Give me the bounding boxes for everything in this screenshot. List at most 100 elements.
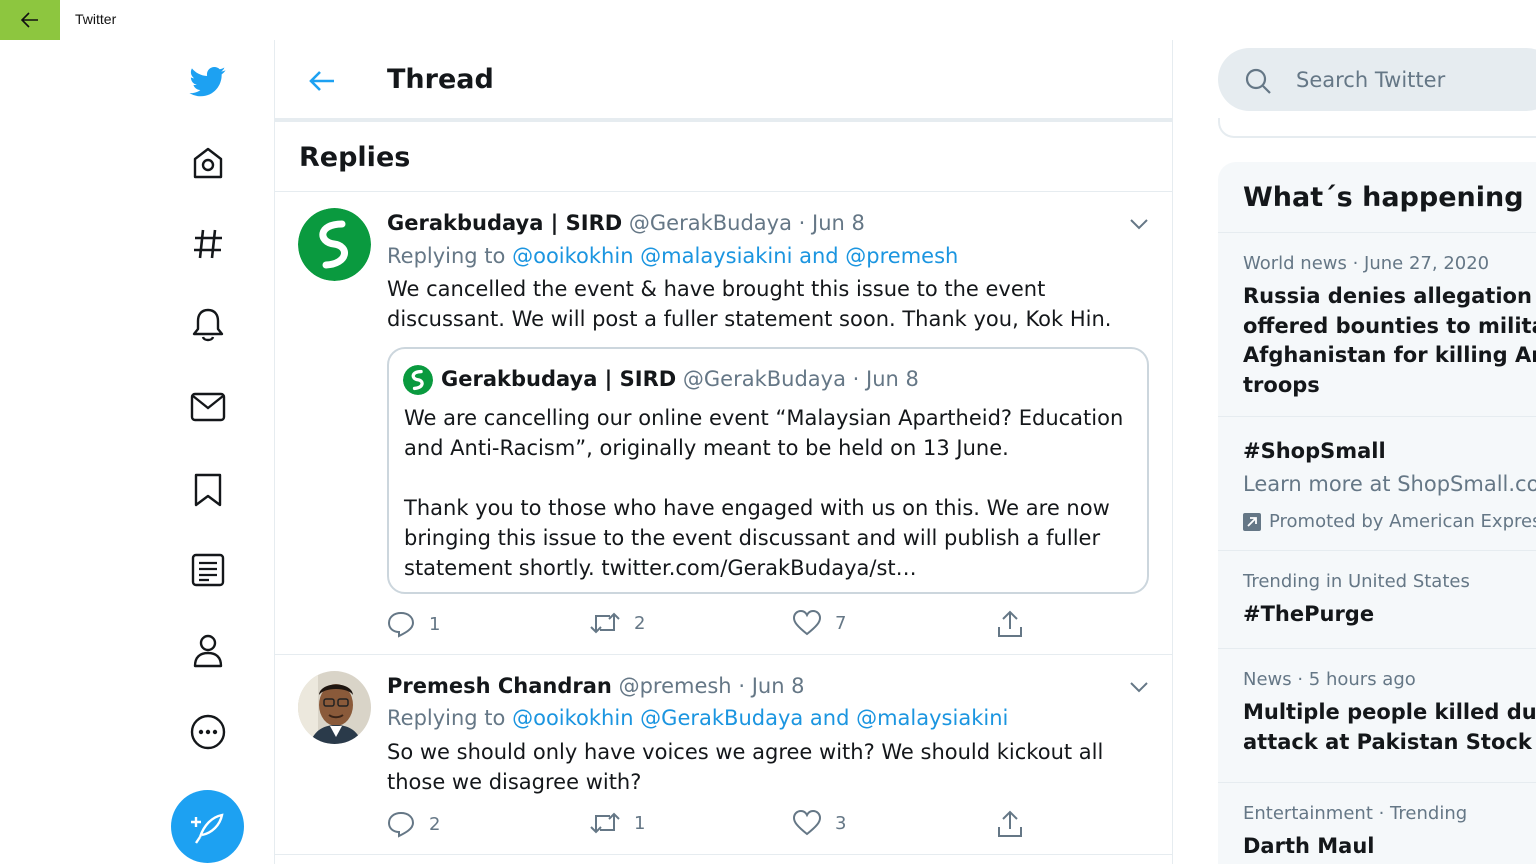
search-placeholder: Search Twitter xyxy=(1296,68,1446,92)
author-name[interactable]: Gerakbudaya | SIRD xyxy=(387,211,622,235)
trend-item-promoted[interactable]: #ShopSmall Learn more at ShopSmall.com P… xyxy=(1218,416,1536,550)
tweet-text: So we should only have voices we agree w… xyxy=(387,740,1104,794)
search-icon xyxy=(1245,68,1271,94)
like-count: 7 xyxy=(835,612,847,634)
trend-item[interactable]: Entertainment · Trending Darth Maul xyxy=(1218,782,1536,864)
retweet-button[interactable]: 2 xyxy=(590,610,645,636)
trend-title: #ShopSmall xyxy=(1243,439,1386,463)
home-icon[interactable] xyxy=(187,142,229,184)
trend-item[interactable]: Trending in United States #ThePurge xyxy=(1218,550,1536,648)
trend-meta: News · 5 hours ago xyxy=(1243,669,1416,690)
tweet-date[interactable]: Jun 8 xyxy=(812,211,865,235)
trend-item[interactable]: World news · June 27, 2020 Russia denies… xyxy=(1218,232,1536,416)
right-sidebar: Search Twitter What´s happening World ne… xyxy=(1218,40,1536,864)
tweet-text: We cancelled the event & have brought th… xyxy=(387,277,1112,331)
quoted-tweet-header: Gerakbudaya | SIRD @GerakBudaya · Jun 8 xyxy=(441,367,919,391)
trend-title: Multiple people killed during attack at … xyxy=(1243,700,1536,754)
tweet-actions: 2 1 3 xyxy=(387,810,1027,840)
trend-item[interactable]: News · 5 hours ago Multiple people kille… xyxy=(1218,648,1536,782)
tweet-options-button[interactable] xyxy=(1127,212,1151,236)
like-button[interactable]: 3 xyxy=(793,810,846,836)
trends-panel: What´s happening World news · June 27, 2… xyxy=(1218,162,1536,864)
arrow-left-icon xyxy=(21,12,38,28)
tweet-options-button[interactable] xyxy=(1127,675,1151,699)
chevron-down-icon xyxy=(1130,219,1148,230)
reply-icon xyxy=(387,811,415,838)
messages-mail-icon[interactable] xyxy=(187,386,229,428)
author-handle[interactable]: @premesh xyxy=(619,674,732,698)
tweet-date[interactable]: Jun 8 xyxy=(752,674,805,698)
reply-icon xyxy=(387,611,415,638)
quoted-tweet-text: We are cancelling our online event “Mala… xyxy=(404,406,1124,580)
trend-title: #ThePurge xyxy=(1243,602,1375,626)
author-handle[interactable]: @GerakBudaya xyxy=(629,211,792,235)
avatar xyxy=(403,365,433,395)
bookmarks-icon[interactable] xyxy=(187,469,229,511)
share-icon xyxy=(998,810,1022,837)
replying-to-links[interactable]: @ooikokhin @GerakBudaya and @malaysiakin… xyxy=(512,706,1008,730)
search-input[interactable]: Search Twitter xyxy=(1218,48,1536,111)
trends-title: What´s happening xyxy=(1243,182,1524,213)
trend-description: Learn more at ShopSmall.com xyxy=(1243,472,1536,496)
reply-count: 1 xyxy=(429,613,441,635)
trend-meta: World news · June 27, 2020 xyxy=(1243,253,1490,274)
tweet-date: Jun 8 xyxy=(866,367,919,391)
promoted-icon xyxy=(1243,512,1261,531)
retweet-count: 1 xyxy=(634,812,646,834)
profile-icon[interactable] xyxy=(187,630,229,672)
separator: · xyxy=(738,674,745,698)
heart-icon xyxy=(793,610,821,636)
tweet-header: Premesh Chandran @premesh · Jun 8 xyxy=(387,674,805,698)
more-icon[interactable] xyxy=(187,711,229,753)
author-name[interactable]: Premesh Chandran xyxy=(387,674,612,698)
trend-title: Darth Maul xyxy=(1243,834,1375,858)
author-name: Gerakbudaya | SIRD xyxy=(441,367,677,391)
app-title: Twitter xyxy=(75,11,117,27)
trend-meta: Trending in United States xyxy=(1243,571,1470,592)
lists-icon[interactable] xyxy=(187,549,229,591)
retweet-button[interactable]: 1 xyxy=(590,810,645,836)
retweet-icon xyxy=(590,812,620,834)
trend-meta: Entertainment · Trending xyxy=(1243,803,1468,824)
reply-count: 2 xyxy=(429,813,441,835)
title-bar: Twitter xyxy=(0,0,1536,40)
reply-button[interactable]: 1 xyxy=(387,610,440,638)
avatar[interactable] xyxy=(298,208,371,281)
tweet-header: Gerakbudaya | SIRD @GerakBudaya · Jun 8 xyxy=(387,211,865,235)
replying-to-links[interactable]: @ooikokhin @malaysiakini and @premesh xyxy=(512,244,958,268)
author-handle: @GerakBudaya xyxy=(682,367,846,391)
like-count: 3 xyxy=(835,812,847,834)
thread-back-button[interactable] xyxy=(305,64,339,98)
replying-to-label: Replying to xyxy=(387,706,506,730)
like-button[interactable]: 7 xyxy=(793,610,846,636)
tweet[interactable]: Gerakbudaya | SIRD @GerakBudaya · Jun 8 … xyxy=(275,192,1172,654)
tweet[interactable]: Premesh Chandran @premesh · Jun 8 Replyi… xyxy=(275,655,1172,855)
compose-tweet-icon xyxy=(190,812,224,844)
twitter-logo-icon[interactable] xyxy=(187,60,229,102)
promoted-text: Promoted by American Express xyxy=(1269,511,1536,532)
left-nav xyxy=(0,40,274,864)
promoted-label: Promoted by American Express xyxy=(1243,511,1536,532)
page-title: Thread xyxy=(387,64,494,95)
trend-title: Russia denies allegation that offered bo… xyxy=(1243,284,1536,397)
arrow-left-icon xyxy=(309,71,334,91)
replying-to-label: Replying to xyxy=(387,244,506,268)
divider xyxy=(275,854,1172,855)
share-button[interactable] xyxy=(997,810,1023,838)
chevron-down-icon xyxy=(1130,682,1148,693)
avatar[interactable] xyxy=(298,671,371,744)
explore-hashtag-icon[interactable] xyxy=(187,223,229,265)
panel-edge xyxy=(1218,118,1536,138)
separator: · xyxy=(798,211,806,235)
share-icon xyxy=(998,610,1022,637)
window-back-button[interactable] xyxy=(0,0,60,40)
notifications-bell-icon[interactable] xyxy=(187,304,229,346)
quoted-tweet[interactable]: Gerakbudaya | SIRD @GerakBudaya · Jun 8 … xyxy=(387,347,1149,594)
thread-header: Thread xyxy=(275,40,1172,122)
thread-column: Thread Replies Gerakbudaya | SIRD @Gerak… xyxy=(274,40,1173,864)
share-button[interactable] xyxy=(997,610,1023,638)
tweet-actions: 1 2 7 xyxy=(387,610,1027,640)
reply-button[interactable]: 2 xyxy=(387,810,440,838)
retweet-count: 2 xyxy=(634,612,646,634)
compose-tweet-button[interactable] xyxy=(171,790,244,863)
